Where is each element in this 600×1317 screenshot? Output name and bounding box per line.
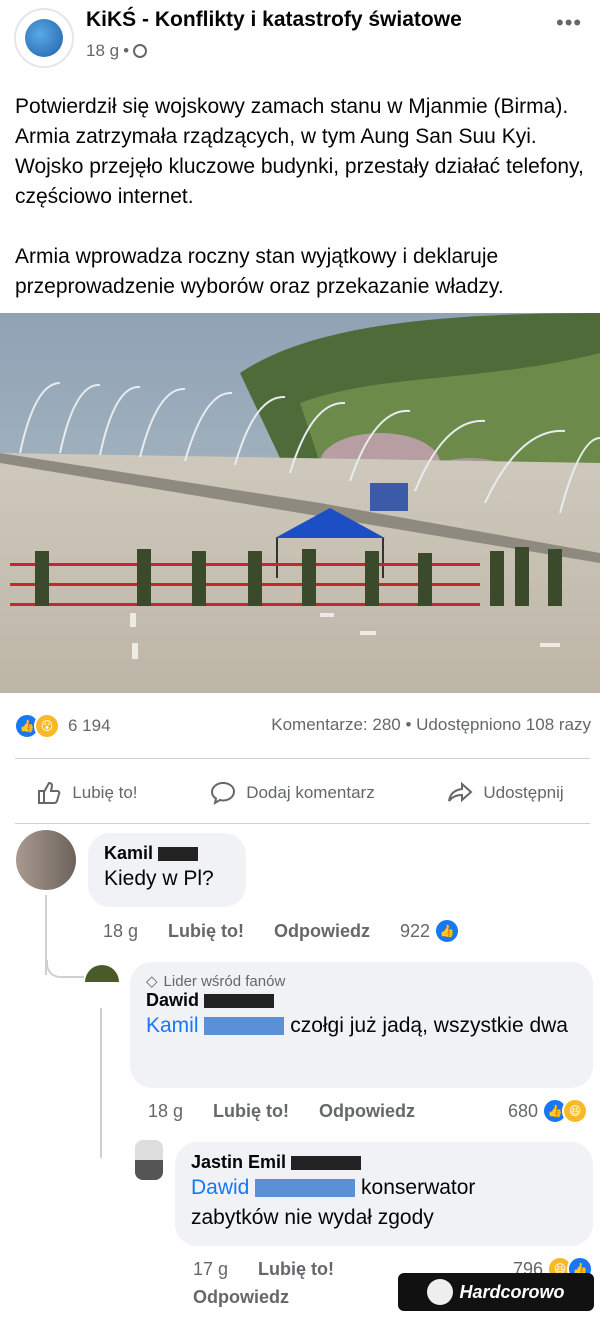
more-options-icon[interactable]: ••• xyxy=(556,10,582,36)
comment-time[interactable]: 17 g xyxy=(193,1259,228,1280)
watermark: Hardcorowo xyxy=(398,1273,594,1311)
comment-time[interactable]: 18 g xyxy=(103,921,138,942)
comment-reaction-count: 680 xyxy=(507,1100,538,1121)
mention-link[interactable]: Kamil xyxy=(146,1014,199,1037)
post-paragraph: Potwierdził się wojskowy zamach stanu w … xyxy=(15,95,584,208)
page-name[interactable]: KiKŚ - Konflikty i katastrofy światowe xyxy=(86,8,462,32)
comment-count[interactable]: Komentarze: 280 xyxy=(271,715,400,734)
comment-author[interactable]: Kamil xyxy=(104,843,230,864)
comment-text: Kiedy w Pl? xyxy=(104,867,214,890)
comment-button[interactable]: Dodaj komentarz xyxy=(210,780,375,806)
divider xyxy=(15,758,590,759)
comment-reply-button[interactable]: Odpowiedz xyxy=(193,1287,289,1308)
comment-reply-button[interactable]: Odpowiedz xyxy=(274,921,370,942)
comment-meta: 18 g Lubię to! Odpowiedz 680 👍 😆 xyxy=(148,1098,588,1124)
like-button[interactable]: Lubię to! xyxy=(36,780,138,806)
comment-reply-button[interactable]: Odpowiedz xyxy=(319,1101,415,1122)
haha-reaction-icon: 😆 xyxy=(562,1098,588,1124)
share-button[interactable]: Udostępnij xyxy=(447,780,564,806)
divider xyxy=(15,823,590,824)
wow-reaction-icon: 😮 xyxy=(34,713,60,739)
share-label: Udostępnij xyxy=(483,783,564,802)
comment-text: Kamil czołgi już jadą, wszystkie dwa xyxy=(146,1014,568,1037)
post-stats: Komentarze: 280 • Udostępniono 108 razy xyxy=(271,715,591,734)
post-meta: 18 g • xyxy=(86,41,148,61)
avatar[interactable] xyxy=(135,1140,163,1180)
comment-bubble: Kamil Kiedy w Pl? xyxy=(88,833,246,907)
like-reaction-icon: 👍 xyxy=(434,918,461,944)
comment-like-button[interactable]: Lubię to! xyxy=(168,921,244,942)
comment-meta: 18 g Lubię to! Odpowiedz 922 👍 xyxy=(103,918,461,944)
thread-line xyxy=(100,1008,102,1158)
reaction-count: 6 194 xyxy=(68,716,111,735)
share-count[interactable]: Udostępniono 108 razy xyxy=(416,715,591,734)
avatar[interactable] xyxy=(16,830,76,890)
reply-connector xyxy=(46,960,84,978)
comment-like-button[interactable]: Lubię to! xyxy=(258,1259,334,1280)
globe-logo-icon xyxy=(25,19,63,57)
diamond-icon: ◇ xyxy=(146,973,158,990)
mention-link[interactable]: Dawid xyxy=(191,1176,249,1199)
comment-bubble: Jastin Emil Dawid konserwator zabytków ni… xyxy=(175,1142,593,1246)
post-photo[interactable] xyxy=(0,313,600,693)
post-actions: Lubię to! Dodaj komentarz Udostępnij xyxy=(0,775,600,811)
fan-badge: ◇ Lider wśród fanów xyxy=(146,972,286,991)
public-globe-icon xyxy=(133,44,148,58)
post-paragraph: Armia wprowadza roczny stan wyjątkowy i … xyxy=(15,245,504,298)
page-avatar[interactable] xyxy=(14,8,74,68)
comment-label: Dodaj komentarz xyxy=(246,783,375,802)
post-time[interactable]: 18 g xyxy=(86,41,119,61)
comment-reaction-count: 922 xyxy=(400,920,431,941)
comment-time[interactable]: 18 g xyxy=(148,1101,183,1122)
thumbs-up-icon xyxy=(38,781,61,804)
comment-like-button[interactable]: Lubię to! xyxy=(213,1101,289,1122)
like-label: Lubię to! xyxy=(72,783,138,802)
road-blockade-photo xyxy=(0,313,600,693)
comment-bubble: ◇ Lider wśród fanów Dawid Kamil czołgi ju… xyxy=(130,962,593,1088)
comment-bubble-icon xyxy=(211,781,236,806)
comment-author[interactable]: Dawid xyxy=(146,990,577,1011)
skull-logo-icon xyxy=(427,1279,454,1305)
comment-author[interactable]: Jastin Emil xyxy=(191,1152,577,1173)
post-text: Potwierdził się wojskowy zamach stanu w … xyxy=(15,92,590,332)
share-arrow-icon xyxy=(448,781,473,803)
comment-text: Dawid konserwator zabytków nie wydał zgod… xyxy=(191,1176,476,1229)
avatar[interactable] xyxy=(85,965,119,999)
reaction-summary[interactable]: 👍 😮 6 194 xyxy=(14,713,111,739)
